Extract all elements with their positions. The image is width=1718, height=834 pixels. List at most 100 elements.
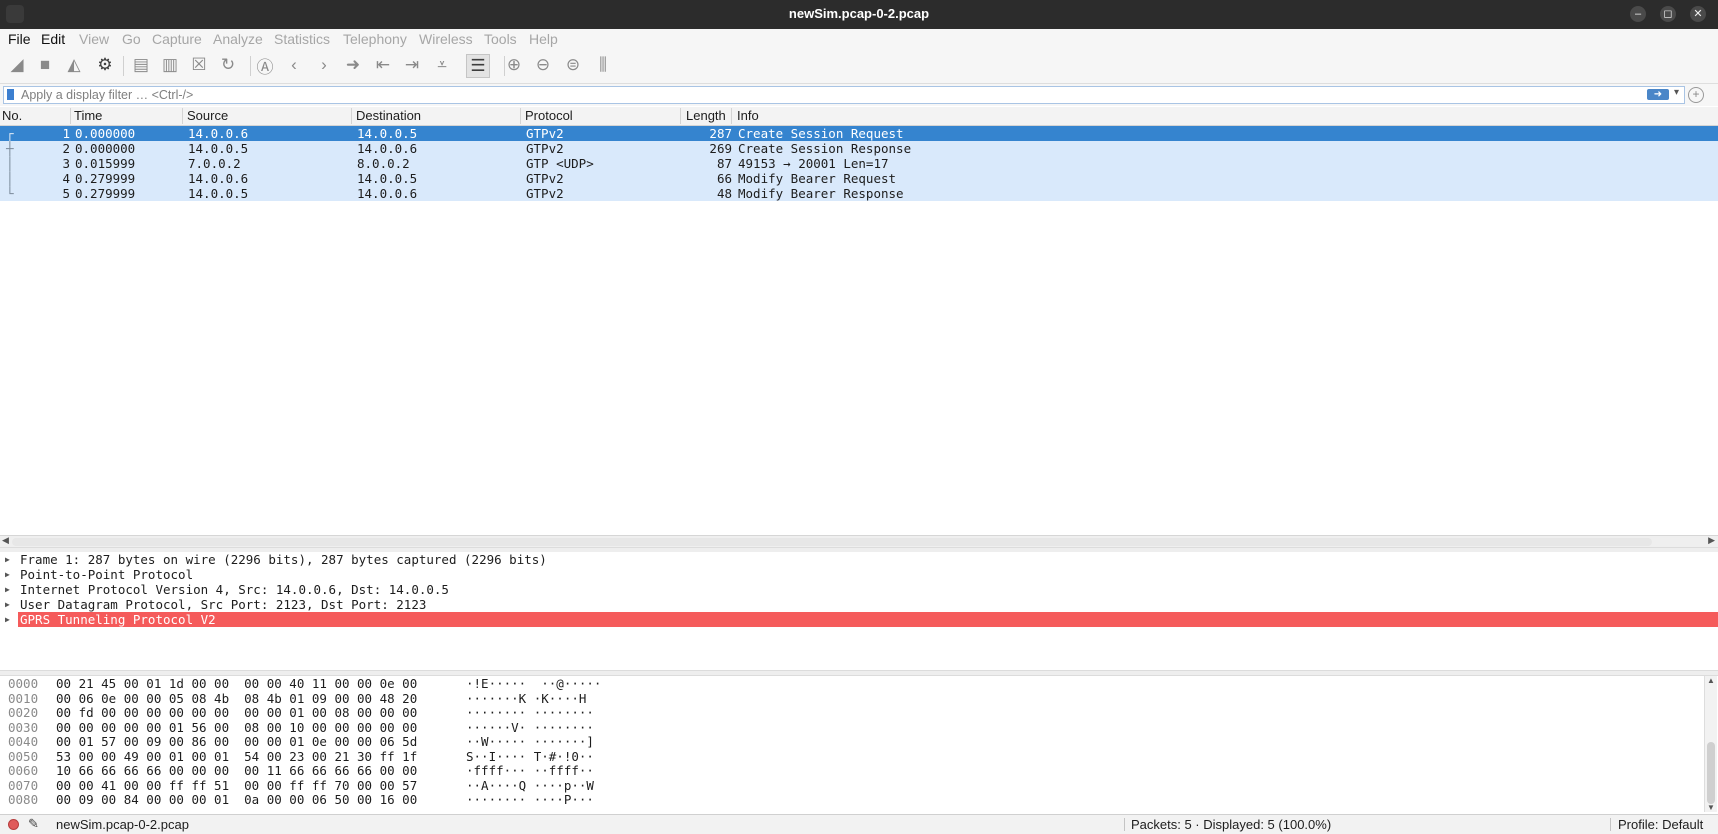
packet-row[interactable]: ┌ 1 0.000000 14.0.0.6 14.0.0.5 GTPv2 287…: [0, 126, 1718, 141]
menu-help[interactable]: Help: [529, 31, 558, 47]
detail-row-frame[interactable]: ▶ Frame 1: 287 bytes on wire (2296 bits)…: [0, 552, 1718, 567]
expand-arrow-icon[interactable]: ▶: [5, 552, 10, 567]
packet-list[interactable]: No. Time Source Destination Protocol Len…: [0, 107, 1718, 542]
bytes-ascii[interactable]: ·!E····· ··@·····: [466, 677, 601, 691]
detail-row-ipv4[interactable]: ▶ Internet Protocol Version 4, Src: 14.0…: [0, 582, 1718, 597]
save-file-icon[interactable]: ▥: [159, 54, 181, 76]
scroll-down-icon[interactable]: ▼: [1707, 803, 1715, 812]
detail-row-gtpv2[interactable]: ▶ GPRS Tunneling Protocol V2: [0, 612, 1718, 627]
detail-row-udp[interactable]: ▶ User Datagram Protocol, Src Port: 2123…: [0, 597, 1718, 612]
packet-details[interactable]: ▶ Frame 1: 287 bytes on wire (2296 bits)…: [0, 552, 1718, 670]
go-forward-icon[interactable]: ›: [313, 54, 335, 76]
menu-statistics[interactable]: Statistics: [274, 31, 330, 47]
menu-edit[interactable]: Edit: [41, 31, 65, 47]
scroll-up-icon[interactable]: ▲: [1707, 676, 1715, 685]
status-profile[interactable]: Profile: Default: [1618, 817, 1703, 832]
status-separator: [1124, 818, 1125, 831]
autoscroll-icon[interactable]: ⩡: [431, 54, 453, 76]
add-filter-button-icon[interactable]: +: [1688, 87, 1704, 103]
menu-file[interactable]: File: [8, 31, 31, 47]
detail-row-ppp[interactable]: ▶ Point-to-Point Protocol: [0, 567, 1718, 582]
packet-row[interactable]: └ 5 0.279999 14.0.0.5 14.0.0.6 GTPv2 48 …: [0, 186, 1718, 201]
maximize-icon[interactable]: ◻: [1660, 6, 1676, 22]
find-packet-icon[interactable]: Ⓐ: [254, 54, 276, 77]
bytes-hex[interactable]: 00 00 41 00 00 ff ff 51 00 00 ff ff 70 0…: [56, 779, 417, 793]
column-header-info[interactable]: Info: [737, 108, 759, 124]
bytes-ascii[interactable]: ········ ········: [466, 706, 594, 720]
menu-tools[interactable]: Tools: [484, 31, 517, 47]
first-packet-icon[interactable]: ⇤: [372, 54, 394, 76]
expand-arrow-icon[interactable]: ▶: [5, 597, 10, 612]
packet-row[interactable]: │ 4 0.279999 14.0.0.6 14.0.0.5 GTPv2 66 …: [0, 171, 1718, 186]
close-icon[interactable]: ✕: [1690, 6, 1706, 22]
menu-capture[interactable]: Capture: [152, 31, 202, 47]
minimize-icon[interactable]: –: [1630, 6, 1646, 22]
stop-square-icon[interactable]: ■: [34, 54, 56, 76]
packet-row[interactable]: │ 3 0.015999 7.0.0.2 8.0.0.2 GTP <UDP> 8…: [0, 156, 1718, 171]
last-packet-icon[interactable]: ⇥: [401, 54, 423, 76]
bytes-ascii[interactable]: ·ffff··· ··ffff··: [466, 764, 594, 778]
close-file-icon[interactable]: ☒: [188, 54, 210, 76]
packet-bytes-vscrollbar[interactable]: ▲ ▼: [1704, 676, 1717, 812]
column-header-no[interactable]: No.: [2, 108, 71, 124]
normal-size-icon[interactable]: ⊜: [562, 54, 584, 76]
packet-number: 4: [62, 171, 70, 186]
bytes-hex[interactable]: 10 66 66 66 66 00 00 00 00 11 66 66 66 6…: [56, 764, 417, 778]
menu-wireless[interactable]: Wireless: [419, 31, 473, 47]
bytes-ascii[interactable]: ········ ····P···: [466, 793, 594, 807]
menu-go[interactable]: Go: [122, 31, 141, 47]
packet-row[interactable]: ┼ 2 0.000000 14.0.0.5 14.0.0.6 GTPv2 269…: [0, 141, 1718, 156]
bytes-hex[interactable]: 00 01 57 00 09 00 86 00 00 00 01 0e 00 0…: [56, 735, 417, 749]
zoom-in-icon[interactable]: ⊕: [503, 54, 525, 76]
menu-view[interactable]: View: [79, 31, 109, 47]
bytes-hex[interactable]: 00 09 00 84 00 00 00 01 0a 00 00 06 50 0…: [56, 793, 417, 807]
bytes-hex[interactable]: 00 06 0e 00 00 05 08 4b 08 4b 01 09 00 0…: [56, 692, 417, 706]
expand-arrow-icon[interactable]: ▶: [5, 612, 10, 627]
bytes-hex[interactable]: 00 00 00 00 00 01 56 00 08 00 10 00 00 0…: [56, 721, 417, 735]
bytes-ascii[interactable]: S··I···· T·#·!0··: [466, 750, 594, 764]
filter-bookmark-icon[interactable]: [7, 89, 14, 100]
column-header-time[interactable]: Time: [74, 108, 183, 124]
capture-comment-edit-icon[interactable]: ✎: [28, 816, 39, 832]
open-folder-icon[interactable]: ▤: [130, 54, 152, 76]
packet-source: 14.0.0.5: [188, 186, 249, 201]
bytes-ascii[interactable]: ··W····· ·······]: [466, 735, 594, 749]
hscroll-thumb[interactable]: [12, 538, 1652, 546]
bytes-ascii[interactable]: ·······K ·K····H: [466, 692, 594, 706]
filter-history-chevron-icon[interactable]: ▾: [1674, 87, 1679, 98]
column-header-destination[interactable]: Destination: [356, 108, 521, 124]
scroll-right-icon[interactable]: ▶: [1708, 535, 1715, 546]
go-to-packet-icon[interactable]: ➜: [342, 54, 364, 76]
column-header-length[interactable]: Length: [686, 108, 732, 124]
shark-fin-start-icon[interactable]: ◢: [6, 54, 28, 76]
packet-destination: 14.0.0.5: [357, 171, 418, 186]
bytes-ascii[interactable]: ······V· ········: [466, 721, 594, 735]
resize-columns-icon[interactable]: ⫼: [592, 54, 614, 76]
bytes-ascii[interactable]: ··A····Q ····p··W: [466, 779, 594, 793]
go-back-icon[interactable]: ‹: [283, 54, 305, 76]
apply-filter-arrow-icon[interactable]: ➜: [1647, 89, 1669, 100]
bytes-hex[interactable]: 53 00 00 49 00 01 00 01 54 00 23 00 21 3…: [56, 750, 417, 764]
reload-file-icon[interactable]: ↻: [217, 54, 239, 76]
menu-telephony[interactable]: Telephony: [343, 31, 407, 47]
scroll-left-icon[interactable]: ◀: [2, 535, 9, 546]
display-filter-input[interactable]: [21, 87, 1421, 103]
menu-analyze[interactable]: Analyze: [213, 31, 263, 47]
expand-arrow-icon[interactable]: ▶: [5, 582, 10, 597]
packet-source: 14.0.0.6: [188, 126, 249, 141]
column-header-protocol[interactable]: Protocol: [525, 108, 681, 124]
capture-options-gear-icon[interactable]: ⚙: [94, 54, 116, 76]
colorize-icon[interactable]: ☰: [466, 54, 490, 78]
expert-info-icon[interactable]: [8, 819, 19, 830]
bytes-hex[interactable]: 00 21 45 00 01 1d 00 00 00 00 40 11 00 0…: [56, 677, 417, 691]
shark-fin-restart-icon[interactable]: ◭: [63, 54, 85, 76]
bytes-hex[interactable]: 00 fd 00 00 00 00 00 00 00 00 01 00 08 0…: [56, 706, 417, 720]
packet-bytes[interactable]: 0000 00 21 45 00 01 1d 00 00 00 00 40 11 …: [0, 676, 1718, 814]
packet-info: 49153 → 20001 Len=17: [738, 156, 889, 171]
vscroll-thumb[interactable]: [1707, 742, 1715, 804]
bytes-row: 0080 00 09 00 84 00 00 00 01 0a 00 00 06 …: [0, 793, 1704, 807]
column-header-source[interactable]: Source: [187, 108, 352, 124]
detail-text: User Datagram Protocol, Src Port: 2123, …: [20, 597, 427, 612]
zoom-out-icon[interactable]: ⊖: [532, 54, 554, 76]
expand-arrow-icon[interactable]: ▶: [5, 567, 10, 582]
